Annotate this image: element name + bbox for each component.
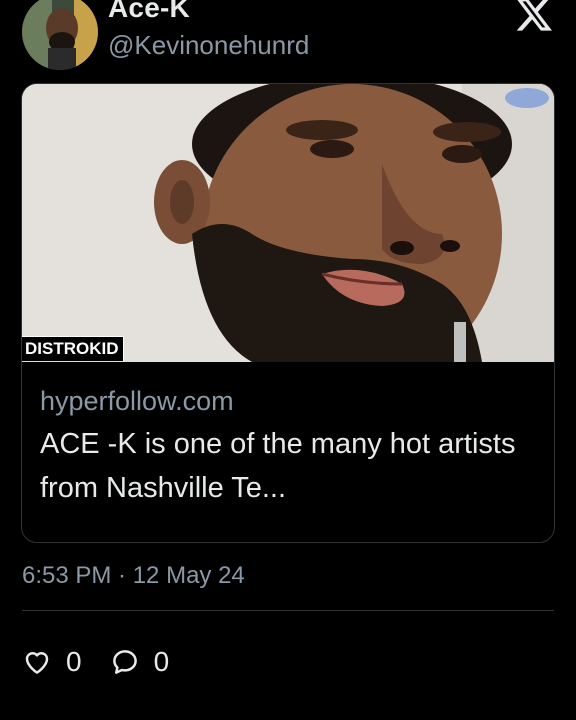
reply-button[interactable]: 0 bbox=[110, 646, 170, 678]
x-logo-icon[interactable] bbox=[514, 0, 554, 34]
card-image: DISTROKID bbox=[22, 84, 554, 362]
like-button[interactable]: 0 bbox=[22, 646, 82, 678]
avatar[interactable] bbox=[22, 0, 98, 70]
card-body[interactable]: hyperfollow.com ACE -K is one of the man… bbox=[40, 384, 540, 510]
action-bar: 0 0 bbox=[22, 642, 197, 682]
distrokid-brand-label: DISTROKID bbox=[22, 336, 124, 361]
heart-icon bbox=[22, 647, 52, 677]
reply-count: 0 bbox=[153, 646, 170, 677]
card-title[interactable]: ACE -K is one of the many hot artists fr… bbox=[40, 422, 540, 510]
tweet-timestamp[interactable]: 6:53 PM · 12 May 24 bbox=[22, 562, 245, 590]
display-name[interactable]: Ace-K bbox=[108, 0, 190, 24]
card-domain[interactable]: hyperfollow.com bbox=[40, 384, 540, 418]
reply-icon bbox=[110, 647, 140, 677]
avatar-photo bbox=[22, 0, 98, 70]
user-handle[interactable]: @Kevinonehunrd bbox=[108, 30, 309, 61]
link-card[interactable]: DISTROKID hyperfollow.com ACE -K is one … bbox=[21, 83, 555, 543]
like-count: 0 bbox=[66, 646, 82, 677]
divider bbox=[22, 610, 554, 611]
tweet-header: Ace-K @Kevinonehunrd bbox=[0, 0, 576, 80]
